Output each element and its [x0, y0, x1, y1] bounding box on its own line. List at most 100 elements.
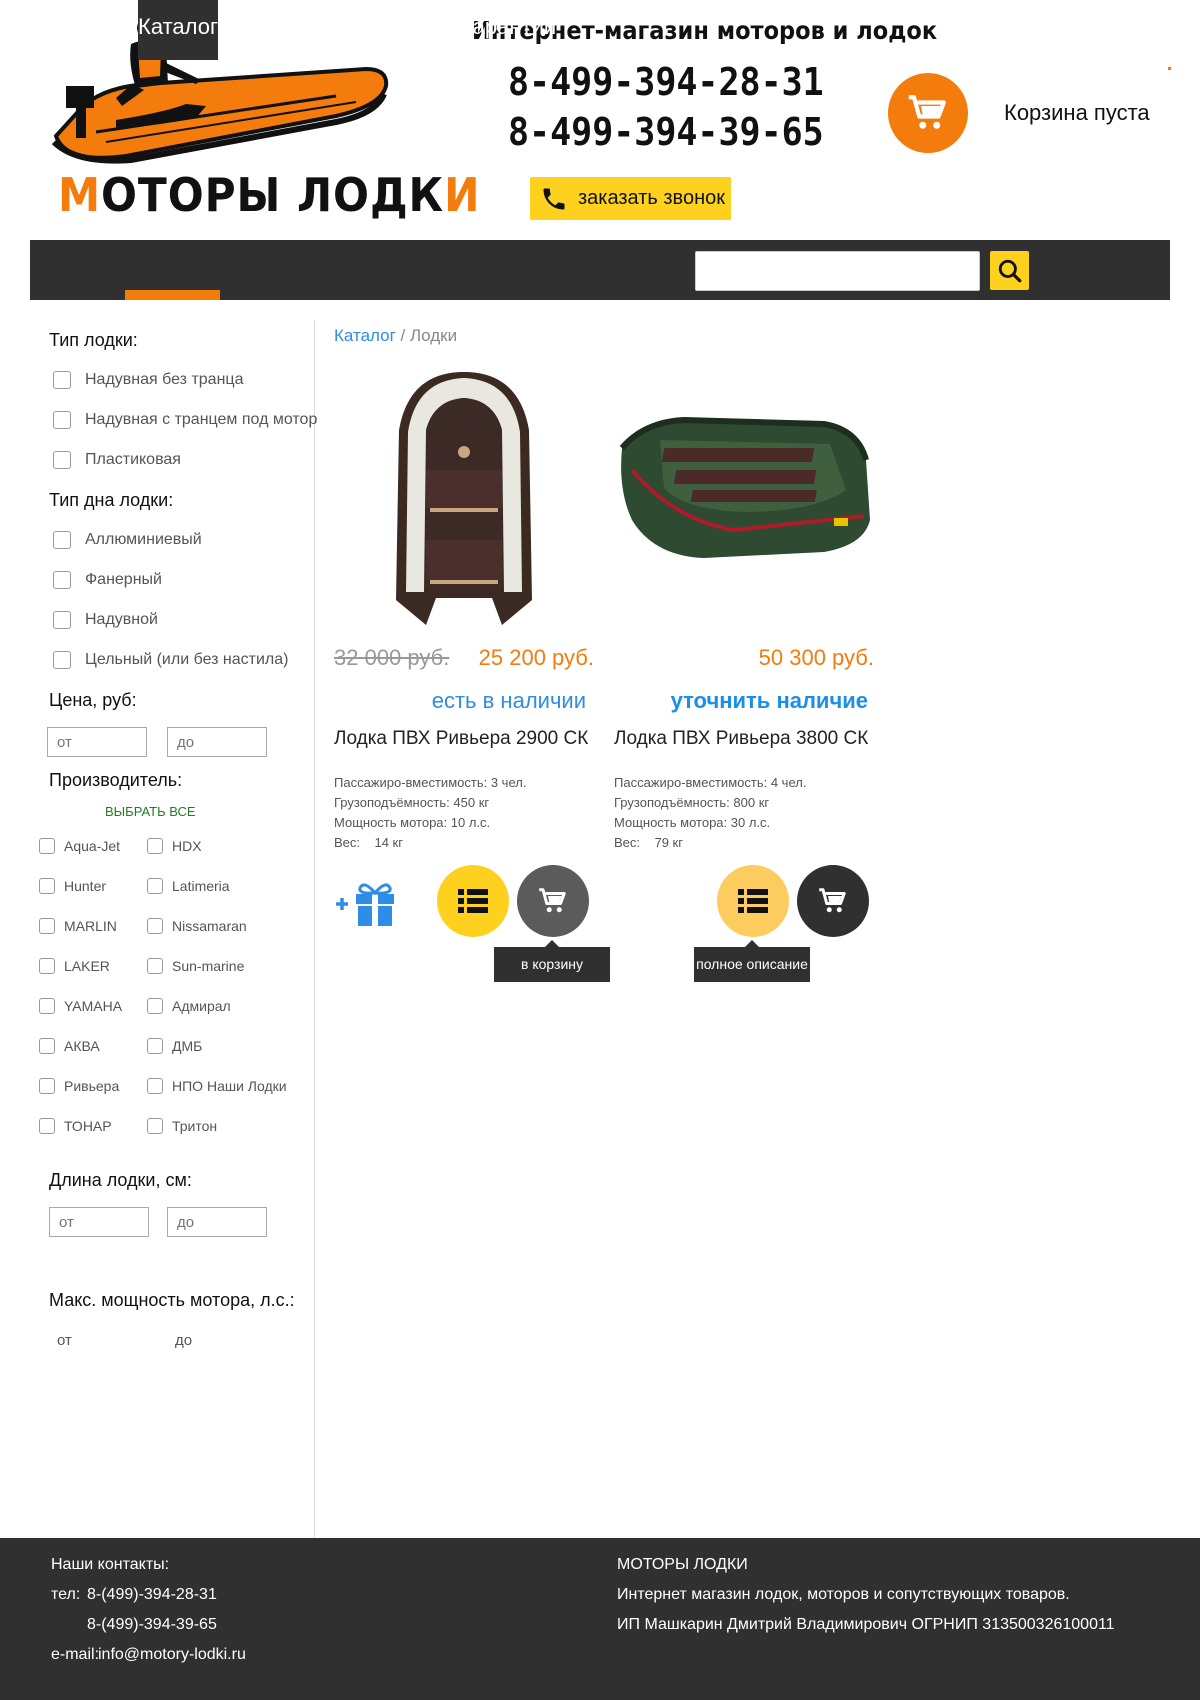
- manufacturer-option[interactable]: Hunter: [39, 875, 106, 897]
- checkbox[interactable]: [147, 1118, 163, 1134]
- product-image[interactable]: [614, 370, 874, 630]
- checkbox[interactable]: [147, 838, 163, 854]
- manufacturer-option[interactable]: Ривьера: [39, 1075, 119, 1097]
- product-name-link[interactable]: Лодка ПВХ Ривьера 2900 СК: [334, 728, 588, 750]
- footer-email-link[interactable]: info@motory-lodki.ru: [98, 1646, 246, 1664]
- checkbox[interactable]: [39, 958, 55, 974]
- callback-label: заказать звонок: [578, 187, 725, 209]
- filter-bottom-type-option[interactable]: Аллюминиевый: [53, 529, 202, 551]
- cart-icon: [539, 888, 566, 913]
- checkbox[interactable]: [147, 918, 163, 934]
- nav-item-contacts[interactable]: Контакты: [355, 0, 450, 60]
- nav-item-warranty[interactable]: Гарантии: [462, 0, 556, 60]
- breadcrumb-catalog-link[interactable]: Каталог: [334, 326, 396, 345]
- site-footer: Наши контакты: тел: 8-(499)-394-28-31 8-…: [0, 1538, 1200, 1700]
- manufacturer-option[interactable]: LAKER: [39, 955, 110, 977]
- manufacturer-option[interactable]: HDX: [147, 835, 202, 857]
- gift-icon[interactable]: [334, 880, 398, 928]
- footer-phone-2[interactable]: 8-(499)-394-39-65: [87, 1616, 217, 1634]
- filter-bottom-type-option[interactable]: Фанерный: [53, 569, 162, 591]
- footer-phone-1[interactable]: 8-(499)-394-28-31: [87, 1586, 217, 1604]
- checkbox[interactable]: [39, 838, 55, 854]
- product-specs: Пассажиро-вместимость: 3 чел. Грузоподъё…: [334, 773, 526, 853]
- search-icon: [998, 259, 1021, 282]
- checkbox[interactable]: [53, 531, 71, 549]
- checkbox[interactable]: [39, 1078, 55, 1094]
- manufacturer-option[interactable]: Aqua-Jet: [39, 835, 120, 857]
- manufacturer-option[interactable]: YAMAHA: [39, 995, 122, 1017]
- spec-row: Пассажиро-вместимость: 3 чел.: [334, 775, 527, 790]
- add-to-cart-button[interactable]: [797, 865, 869, 937]
- manufacturer-option[interactable]: MARLIN: [39, 915, 117, 937]
- checkbox[interactable]: [39, 878, 55, 894]
- price-to-input[interactable]: [167, 727, 267, 757]
- checkbox[interactable]: [39, 998, 55, 1014]
- logo-wordmark[interactable]: МОТОРЫ ЛОДКИ: [58, 168, 480, 222]
- product-image[interactable]: [334, 370, 594, 630]
- price-from-input[interactable]: [47, 727, 147, 757]
- checkbox[interactable]: [147, 998, 163, 1014]
- availability-status[interactable]: есть в наличии: [432, 688, 586, 714]
- length-from-input[interactable]: [49, 1207, 149, 1237]
- manufacturer-option[interactable]: Nissamaran: [147, 915, 247, 937]
- filter-boat-type-option[interactable]: Пластиковая: [53, 449, 181, 471]
- cart-status[interactable]: Корзина пуста: [1004, 100, 1150, 126]
- power-to-input[interactable]: до: [175, 1332, 192, 1349]
- power-from-input[interactable]: от: [57, 1332, 72, 1349]
- spec-row: Грузоподъёмность: 450 кг: [334, 795, 490, 810]
- product-details-button[interactable]: [437, 865, 509, 937]
- option-label: Надувная с транцем под мотор: [85, 411, 318, 428]
- checkbox[interactable]: [53, 451, 71, 469]
- checkbox[interactable]: [39, 1038, 55, 1054]
- header-phone-1[interactable]: 8-499-394-28-31: [508, 60, 824, 104]
- filter-length-title: Длина лодки, см:: [49, 1170, 192, 1190]
- filter-boat-type-option[interactable]: Надувная без транца: [53, 369, 243, 391]
- select-all-link[interactable]: ВЫБРАТЬ ВСЕ: [105, 804, 196, 819]
- checkbox[interactable]: [147, 1078, 163, 1094]
- search-input[interactable]: [695, 251, 980, 291]
- checkbox[interactable]: [147, 1038, 163, 1054]
- product-details-button[interactable]: [717, 865, 789, 937]
- breadcrumb-separator: /: [400, 326, 406, 345]
- add-to-cart-button[interactable]: [517, 865, 589, 937]
- option-label: Надувной: [85, 611, 158, 628]
- manufacturer-option[interactable]: ДМБ: [147, 1035, 202, 1057]
- checkbox[interactable]: [147, 958, 163, 974]
- option-label: YAMAHA: [64, 998, 123, 1014]
- option-label: Аллюминиевый: [85, 531, 202, 548]
- filter-boat-type-option[interactable]: Надувная с транцем под мотор: [53, 409, 317, 431]
- nav-item-delivery[interactable]: Доставка: [246, 0, 340, 60]
- footer-description: Интернет магазин лодок, моторов и сопутс…: [617, 1586, 1070, 1603]
- callback-button[interactable]: заказать звонок: [530, 177, 731, 220]
- checkbox[interactable]: [53, 571, 71, 589]
- checkbox[interactable]: [53, 371, 71, 389]
- header-cart-button[interactable]: [888, 73, 968, 153]
- checkbox[interactable]: [53, 651, 71, 669]
- header-phone-2[interactable]: 8-499-394-39-65: [508, 110, 824, 154]
- product-price: 50 300 руб.: [758, 645, 874, 670]
- checkbox[interactable]: [147, 878, 163, 894]
- spec-row: Мощность мотора: 10 л.с.: [334, 815, 491, 830]
- footer-contacts-title: Наши контакты:: [51, 1556, 170, 1573]
- availability-status[interactable]: уточнить наличие: [671, 688, 868, 714]
- filter-bottom-type-option[interactable]: Надувной: [53, 609, 158, 631]
- checkbox[interactable]: [39, 918, 55, 934]
- filter-bottom-type-option[interactable]: Цельный (или без настила): [53, 649, 288, 671]
- manufacturer-option[interactable]: Тритон: [147, 1115, 217, 1137]
- nav-item-catalog[interactable]: Каталог: [138, 0, 218, 60]
- product-name-link[interactable]: Лодка ПВХ Ривьера 3800 СК: [614, 728, 868, 750]
- option-label: Aqua-Jet: [64, 838, 121, 854]
- manufacturer-option[interactable]: Sun-marine: [147, 955, 244, 977]
- option-label: ТОНАР: [64, 1118, 112, 1134]
- manufacturer-option[interactable]: НПО Наши Лодки: [147, 1075, 287, 1097]
- checkbox[interactable]: [53, 611, 71, 629]
- manufacturer-option[interactable]: Адмирал: [147, 995, 231, 1017]
- length-to-input[interactable]: [167, 1207, 267, 1237]
- search-button[interactable]: [990, 251, 1029, 290]
- checkbox[interactable]: [53, 411, 71, 429]
- checkbox[interactable]: [39, 1118, 55, 1134]
- filter-boat-type-title: Тип лодки:: [49, 330, 138, 350]
- manufacturer-option[interactable]: ТОНАР: [39, 1115, 112, 1137]
- manufacturer-option[interactable]: Latimeria: [147, 875, 230, 897]
- manufacturer-option[interactable]: АКВА: [39, 1035, 100, 1057]
